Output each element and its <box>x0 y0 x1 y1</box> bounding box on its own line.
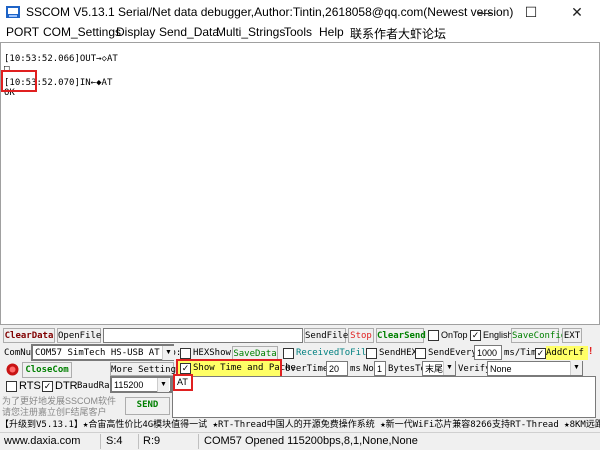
menu-send-data[interactable]: Send_Data <box>159 25 219 39</box>
menu-help[interactable]: Help <box>319 25 344 39</box>
title-bar: SSCOM V5.13.1 Serial/Net data debugger,A… <box>0 0 600 24</box>
app-icon <box>6 6 20 18</box>
close-button[interactable]: ✕ <box>554 0 600 24</box>
more-settings-button[interactable]: More Settings <box>110 362 181 376</box>
dtr-checkbox[interactable]: ✓ <box>42 381 53 392</box>
window-title: SSCOM V5.13.1 Serial/Net data debugger,A… <box>26 5 514 19</box>
warning-icon: ! <box>589 346 593 357</box>
status-received-count: R:9 <box>143 435 161 447</box>
save-config-button[interactable]: SaveConfig <box>511 328 566 343</box>
maximize-button[interactable]: ☐ <box>508 0 554 24</box>
log-line: [10:53:52.066]OUT→◇AT <box>4 54 118 64</box>
status-sent-count: S:4 <box>106 435 123 447</box>
minimize-button[interactable]: — <box>462 0 508 24</box>
verify-label: Verify <box>458 364 491 374</box>
menu-display[interactable]: Display <box>116 25 155 39</box>
com-port-value: COM57 SimTech HS-USB AT Po: <box>35 348 182 358</box>
menu-multi-strings[interactable]: Multi_Strings <box>216 25 285 39</box>
promo-line-2: 请您注册嘉立创F结尾客户 <box>2 407 107 417</box>
status-divider <box>138 434 139 449</box>
ms-label: ms <box>350 364 361 374</box>
add-crlf-label: AddCrLf <box>546 346 588 360</box>
chevron-down-icon[interactable]: ▼ <box>443 361 455 375</box>
com-port-select[interactable]: COM57 SimTech HS-USB AT Po: <box>31 344 181 361</box>
chevron-down-icon[interactable]: ▼ <box>162 346 174 360</box>
status-divider <box>100 434 101 449</box>
news-ticker[interactable]: 【升级到V5.13.1】★合宙高性价比4G模块值得一试 ★RT-Thread中国… <box>0 418 600 432</box>
send-file-button[interactable]: SendFile <box>304 328 348 343</box>
verify-select-value: None <box>490 364 512 374</box>
receive-log[interactable]: [10:53:52.066]OUT→◇AT □ [10:53:52.070]IN… <box>0 42 600 325</box>
close-com-button[interactable]: CloseCom <box>22 362 72 378</box>
on-top-label: OnTop <box>441 330 468 340</box>
file-path-input[interactable] <box>103 328 303 343</box>
ms-tim-label: ms/Tim <box>504 348 537 358</box>
chevron-down-icon[interactable]: ▼ <box>157 378 169 392</box>
english-checkbox[interactable]: ✓ <box>470 330 481 341</box>
baud-rate-value: 115200 <box>114 380 144 390</box>
received-to-file-checkbox[interactable] <box>283 348 294 359</box>
rts-label: RTS <box>19 380 41 392</box>
send-text-value: AT <box>177 377 188 387</box>
menu-port[interactable]: PORT <box>6 25 39 39</box>
chevron-down-icon[interactable]: ▼ <box>570 361 582 375</box>
no-label: No <box>363 364 374 374</box>
verify-select[interactable]: None <box>487 361 583 376</box>
open-file-button[interactable]: OpenFile <box>57 328 101 343</box>
menu-forum[interactable]: 大虾论坛 <box>398 25 446 42</box>
bytes-to-label: BytesTo <box>388 364 426 374</box>
add-crlf-checkbox[interactable]: ✓ <box>535 348 546 359</box>
menu-com-settings[interactable]: COM_Settings <box>43 25 121 39</box>
save-data-button[interactable]: SaveData <box>232 346 278 360</box>
send-every-checkbox[interactable] <box>415 348 426 359</box>
log-line: [10:53:52.070]IN←◆AT <box>4 78 113 88</box>
menu-tools[interactable]: Tools <box>284 25 312 39</box>
menu-contact-author[interactable]: 联系作者 <box>350 25 398 42</box>
bytes-input[interactable]: 1 <box>374 361 386 376</box>
send-hex-checkbox[interactable] <box>366 348 377 359</box>
log-line: OK <box>4 88 15 98</box>
send-hex-label: SendHEX <box>379 348 417 358</box>
status-divider <box>198 434 199 449</box>
red-status-icon <box>6 363 19 376</box>
send-every-input[interactable]: 1000 <box>474 345 502 360</box>
tail-select-value: 末尾 <box>425 364 444 374</box>
menu-bar: PORT COM_Settings Display Send_Data Mult… <box>0 24 600 42</box>
on-top-checkbox[interactable] <box>428 330 439 341</box>
status-port-info: COM57 Opened 115200bps,8,1,None,None <box>204 435 418 447</box>
clear-send-button[interactable]: ClearSend <box>376 328 426 343</box>
log-line: □ <box>4 64 10 74</box>
received-to-file-label: ReceivedToFile <box>296 348 372 358</box>
hex-show-label: HEXShow <box>193 348 231 358</box>
send-text-area[interactable] <box>172 376 596 418</box>
overtime-input[interactable]: 20 <box>326 361 348 376</box>
clear-data-button[interactable]: ClearData <box>3 328 55 343</box>
hex-show-checkbox[interactable] <box>180 348 191 359</box>
dtr-label: DTR <box>55 380 78 392</box>
status-bar: www.daxia.com S:4 R:9 COM57 Opened 11520… <box>0 432 600 450</box>
send-button[interactable]: SEND <box>125 397 170 415</box>
english-label: English <box>483 330 513 340</box>
status-url[interactable]: www.daxia.com <box>4 435 80 447</box>
stop-button[interactable]: Stop <box>348 328 374 343</box>
rts-checkbox[interactable] <box>6 381 17 392</box>
ext-button[interactable]: EXT <box>562 328 582 343</box>
highlight-box <box>1 70 37 92</box>
